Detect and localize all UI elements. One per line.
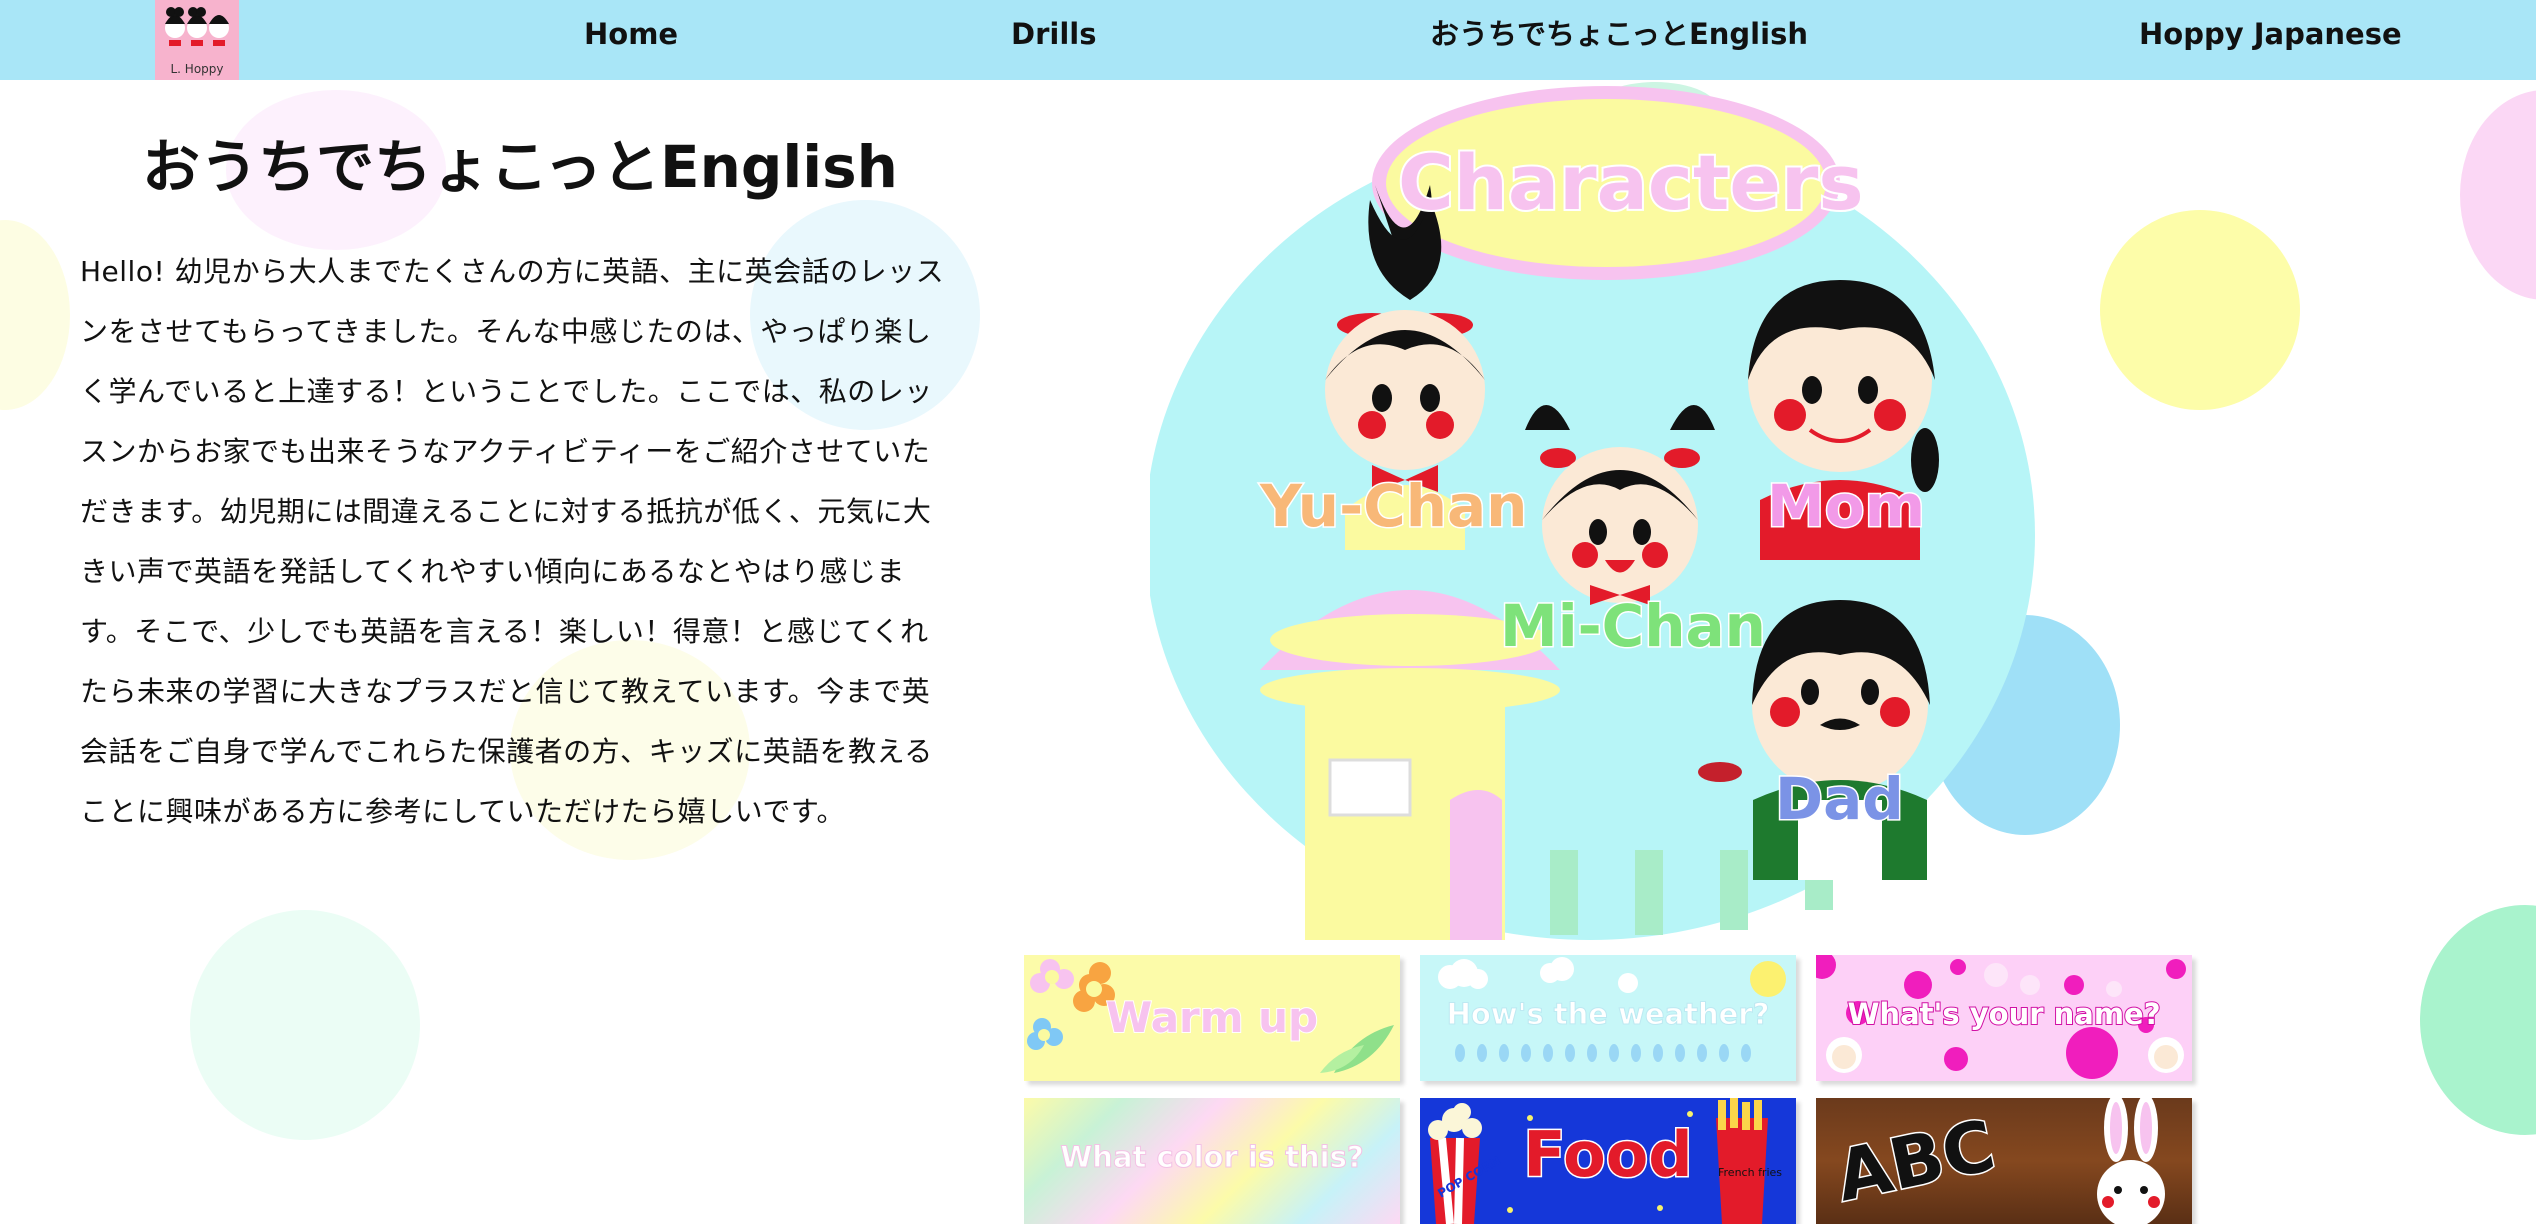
card-label: How's the weather?	[1446, 997, 1770, 1032]
char-name-dad: Dad	[1774, 764, 1906, 835]
top-nav: L. Hoppy Home Drills おうちでちょこっとEnglish Ho…	[0, 0, 2536, 80]
char-name-mom: Mom	[1766, 471, 1927, 542]
characters-title: Characters	[1396, 136, 1866, 229]
site-logo[interactable]: L. Hoppy	[155, 0, 239, 80]
page-title: おうちでちょこっとEnglish	[142, 133, 898, 201]
bg-dot	[0, 220, 70, 410]
card-abc[interactable]: ABC	[1816, 1098, 2192, 1224]
fries-text: French fries	[1718, 1166, 1783, 1179]
nav-drills-link[interactable]: Drills	[1011, 0, 1096, 80]
characters-illustration: Characters Yu-Chan Mom Mi-Chan Dad	[1145, 80, 2140, 940]
card-weather[interactable]: How's the weather?	[1420, 955, 1796, 1081]
char-name-yuchan: Yu-Chan	[1258, 471, 1528, 542]
char-name-michan: Mi-Chan	[1499, 591, 1768, 662]
bg-dot	[190, 910, 420, 1140]
card-what-color[interactable]: What color is this?	[1024, 1098, 1400, 1224]
intro-paragraph: Hello! 幼児から大人までたくさんの方に英語、主に英会話のレッスンをさせても…	[80, 255, 945, 828]
nav-home-link[interactable]: Home	[584, 0, 678, 80]
card-label: Warm up	[1105, 992, 1319, 1043]
card-whats-your-name[interactable]: What's your name?	[1816, 955, 2192, 1081]
card-label: What's your name?	[1846, 996, 2161, 1032]
bg-dot	[2460, 90, 2536, 300]
bg-dot	[2420, 905, 2536, 1135]
card-food[interactable]: Food POP CORN French fries	[1420, 1098, 1796, 1224]
card-warm-up[interactable]: Warm up	[1024, 955, 1400, 1081]
nav-ouchi-english-link[interactable]: おうちでちょこっとEnglish	[1430, 0, 1808, 80]
nav-hoppy-japanese-link[interactable]: Hoppy Japanese	[2139, 0, 2402, 80]
card-label: What color is this?	[1060, 1140, 1364, 1175]
logo-characters-icon	[165, 7, 229, 46]
logo-text: L. Hoppy	[170, 62, 224, 76]
